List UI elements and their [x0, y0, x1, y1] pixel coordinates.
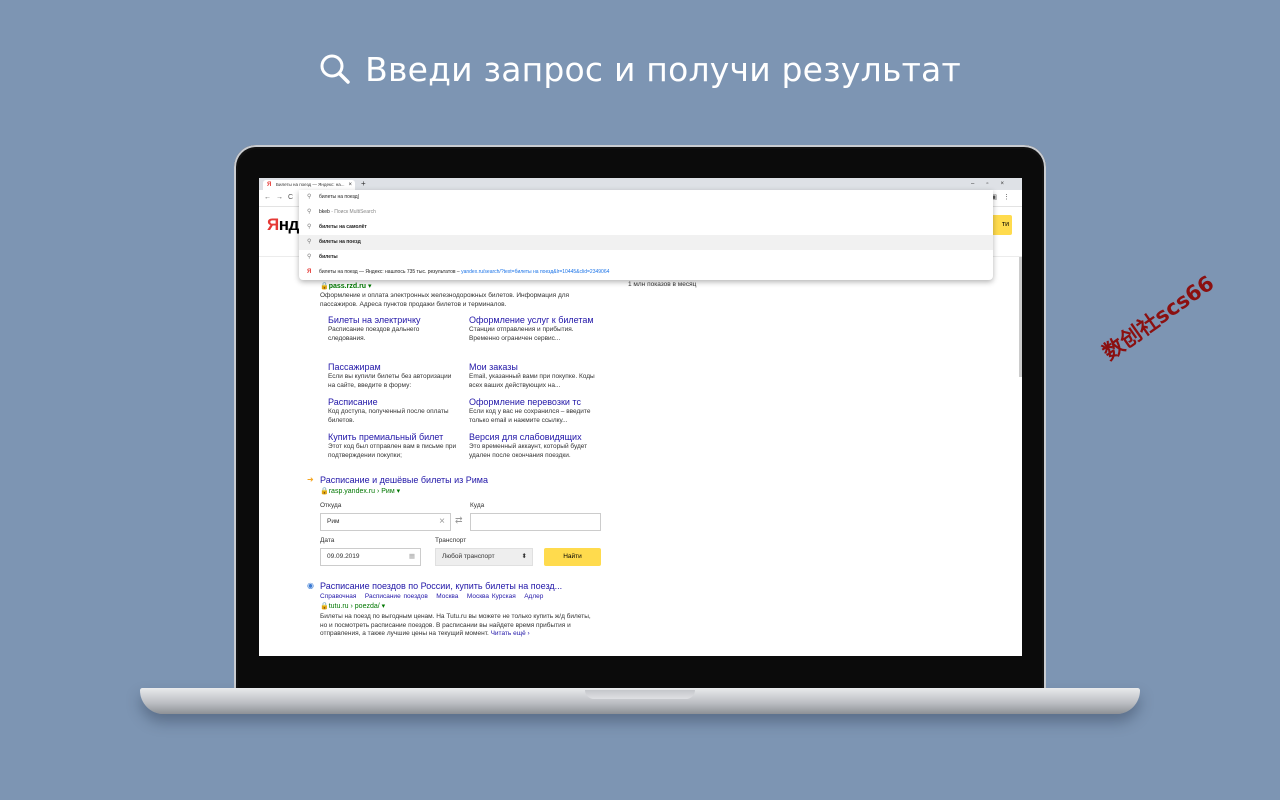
result-domain[interactable]: 🔒rasp.yandex.ru › Рим ▾ — [320, 487, 400, 495]
result-title[interactable]: Расписание поездов по России, купить бил… — [320, 581, 562, 591]
to-label: Куда — [470, 502, 485, 509]
headline: Введи запрос и получи результат — [0, 50, 1280, 93]
search-icon — [319, 53, 351, 93]
lock-icon: 🔒 — [320, 488, 329, 495]
rasp-favicon-icon: ➜ — [307, 475, 314, 484]
result-title[interactable]: Расписание и дешёвые билеты из Рима — [320, 475, 488, 485]
sitelink[interactable]: Купить премиальный билет Этот код был отп… — [328, 432, 458, 460]
breadcrumbs: Справочная Расписание поездов Москва Мос… — [320, 593, 543, 600]
breadcrumb-link[interactable]: Справочная — [320, 593, 356, 600]
menu-icon[interactable]: ⋮ — [1003, 194, 1016, 201]
sitelink[interactable]: Версия для слабовидящих Это временный акк… — [469, 432, 599, 460]
search-icon: ⚲ — [307, 194, 312, 200]
result-domain[interactable]: 🔒pass.rzd.ru ▾ — [320, 282, 372, 290]
result-domain[interactable]: 🔒tutu.ru › poezda/ ▾ — [320, 602, 385, 610]
tutu-favicon-icon: ◉ — [307, 581, 314, 590]
lock-icon: 🔒 — [320, 603, 329, 610]
find-button[interactable]: Найти — [544, 548, 601, 566]
reload-icon[interactable]: C — [288, 194, 298, 201]
sitelink[interactable]: Оформление услуг к билетам Станции отправ… — [469, 315, 599, 343]
search-icon: ⚲ — [307, 239, 312, 245]
swap-icon[interactable]: ⇄ — [455, 515, 463, 526]
laptop-screen: Я Билеты на поезд — Яндекс: на... × + –▫… — [259, 178, 1022, 656]
close-window-icon[interactable]: × — [1000, 181, 1016, 187]
to-field[interactable] — [470, 513, 601, 531]
suggestion-item[interactable]: ⚲ bkeb - Поиск MultiSearch — [299, 205, 993, 220]
tab-title: Билеты на поезд — Яндекс: на... — [276, 182, 345, 187]
back-icon[interactable]: ← — [264, 194, 276, 201]
date-field[interactable]: 09.09.2019 ▦ — [320, 548, 421, 566]
date-label: Дата — [320, 537, 335, 544]
calendar-icon[interactable]: ▦ — [409, 549, 415, 565]
clear-icon[interactable]: × — [439, 514, 445, 530]
search-icon: ⚲ — [307, 224, 312, 230]
headline-text: Введи запрос и получи результат — [365, 50, 961, 89]
result-snippet: Оформление и оплата электронных железнод… — [320, 292, 570, 308]
suggestion-item[interactable]: ⚲ билеты — [299, 250, 993, 265]
close-tab-icon[interactable]: × — [348, 180, 352, 190]
lock-icon: 🔒 — [320, 283, 329, 290]
sitelink[interactable]: Пассажирам Если вы купили билеты без авто… — [328, 362, 458, 390]
sitelink[interactable]: Мои заказы Email, указанный вами при поку… — [469, 362, 599, 390]
breadcrumb-link[interactable]: Москва — [436, 593, 458, 600]
suggestion-item[interactable]: ⚲ билеты на поезд — [299, 235, 993, 250]
breadcrumb-link[interactable]: Расписание поездов — [365, 593, 428, 600]
omnibox-dropdown: ⚲ билеты на поезд| ⚲ bkeb - Поиск MultiSea… — [299, 190, 993, 280]
transport-select[interactable]: Любой транспорт ⬍ — [435, 548, 533, 566]
select-arrow-icon: ⬍ — [521, 553, 527, 560]
suggestion-item-yandex[interactable]: Ябилеты на поезд — Яндекс: нашлось 735 т… — [299, 265, 993, 280]
watermark: 数创社scs66 — [1098, 270, 1219, 365]
yandex-favicon-icon: Я — [307, 269, 312, 275]
from-label: Откуда — [320, 502, 342, 509]
sitelink[interactable]: Расписание Код доступа, полученный после … — [328, 397, 458, 425]
window-controls: –▫× — [971, 178, 1016, 190]
minimize-icon[interactable]: – — [971, 181, 986, 187]
new-tab-icon[interactable]: + — [361, 178, 366, 190]
search-icon: ⚲ — [307, 254, 312, 260]
read-more-link[interactable]: Читать ещё › — [491, 630, 530, 637]
restore-icon[interactable]: ▫ — [986, 181, 1000, 187]
breadcrumb-link[interactable]: Москва Курская — [467, 593, 516, 600]
omnibox-input[interactable]: ⚲ билеты на поезд| — [299, 190, 993, 205]
ads-count: 1 млн показов в месяц — [628, 281, 697, 288]
scrollbar[interactable] — [1019, 257, 1022, 377]
from-field[interactable]: Рим × — [320, 513, 451, 531]
browser-tab[interactable]: Я Билеты на поезд — Яндекс: на... × — [263, 180, 355, 190]
result-snippet: Билеты на поезд по выгодным ценам. На Tu… — [320, 613, 591, 637]
laptop-notch — [585, 690, 695, 699]
yandex-favicon-icon: Я — [267, 182, 272, 188]
forward-icon[interactable]: → — [276, 194, 288, 201]
sitelink[interactable]: Оформление перевозки тс Если код у вас не… — [469, 397, 599, 425]
tab-bar: Я Билеты на поезд — Яндекс: на... × + –▫… — [259, 178, 1022, 190]
search-icon: ⚲ — [307, 209, 312, 215]
transport-label: Транспорт — [435, 537, 467, 544]
sitelink[interactable]: Билеты на электричку Расписание поездов д… — [328, 315, 458, 343]
suggestion-item[interactable]: ⚲ билеты на самолёт — [299, 220, 993, 235]
breadcrumb-link[interactable]: Адлер — [524, 593, 543, 600]
